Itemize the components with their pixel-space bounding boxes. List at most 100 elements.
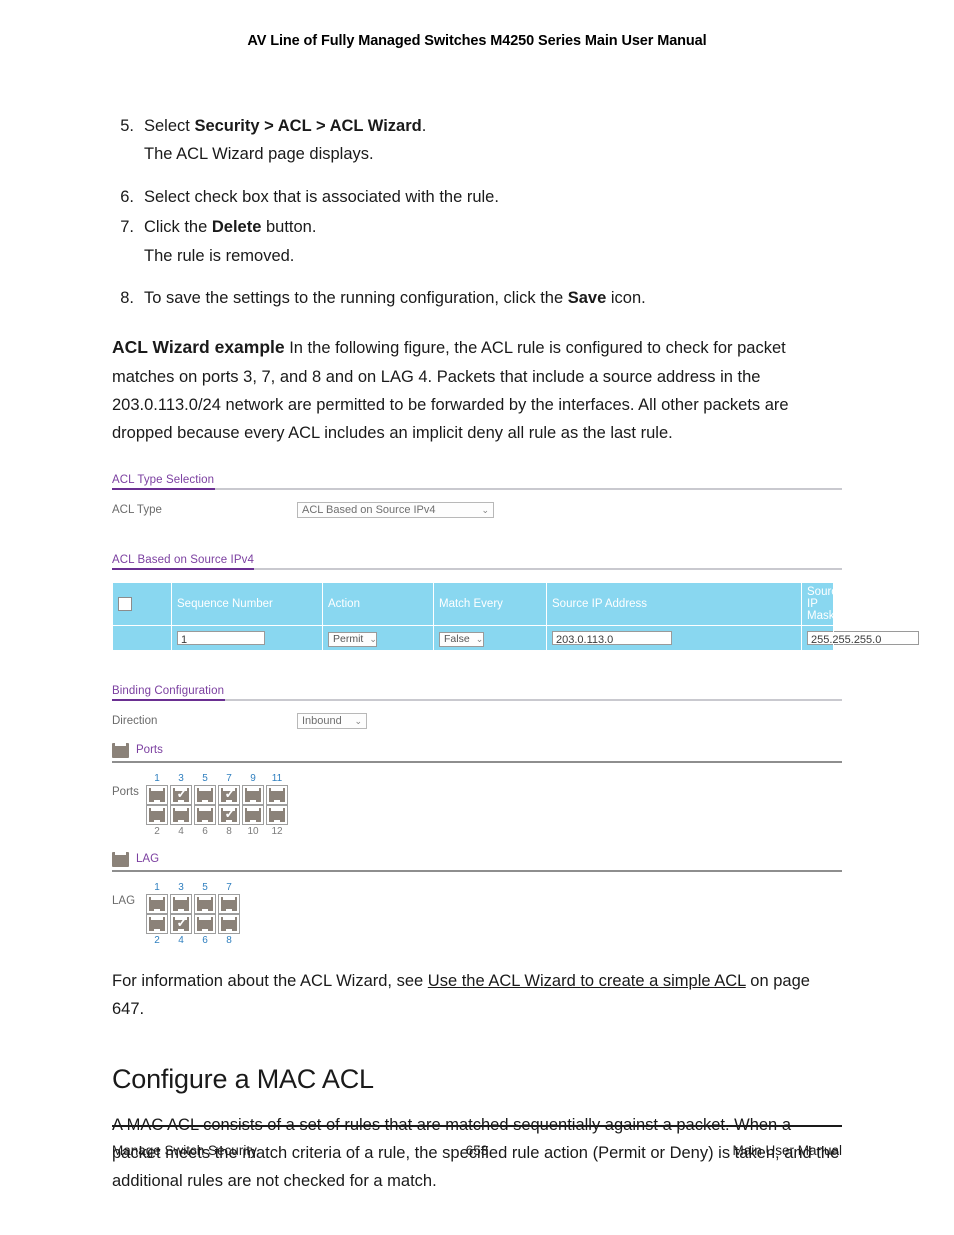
step-subtext: The rule is removed. <box>144 246 295 265</box>
binding-configuration-section: Binding Configuration Direction Inbound … <box>112 681 842 947</box>
ports-bottom-number-row: 2 4 6 8 10 12 <box>145 825 289 838</box>
footer-right-text: Main User Manual <box>732 1143 842 1158</box>
page-running-head: AV Line of Fully Managed Switches M4250 … <box>247 33 707 49</box>
port-jack-3[interactable]: ✓ <box>170 784 192 805</box>
port-number-label: 7 <box>226 772 232 784</box>
check-icon: ✓ <box>224 805 236 821</box>
ports-top-number-row: 1 3 5 7 9 11 <box>145 772 289 785</box>
acl-type-selection-section: ACL Type Selection ACL Type ACL Based on… <box>112 470 842 518</box>
port-number-label: 4 <box>178 825 184 837</box>
column-header-action: Action <box>322 581 434 626</box>
port-jack-10[interactable] <box>242 804 264 825</box>
example-lead-in: ACL Wizard example <box>112 337 285 358</box>
source-ip-address-input[interactable]: 203.0.113.0 <box>552 630 672 646</box>
cell-action: Permit ⌄ <box>322 624 434 651</box>
lag-number-label: 7 <box>226 881 232 893</box>
lag-jack-3[interactable] <box>170 893 192 914</box>
acl-type-select[interactable]: ACL Based on Source IPv4 ⌄ <box>297 501 494 518</box>
check-icon: ✓ <box>176 914 188 930</box>
action-select-value: Permit <box>333 632 364 645</box>
step-text-post: button. <box>261 218 317 237</box>
port-jack-8[interactable]: ✓ <box>218 804 240 825</box>
lag-jack-icon <box>112 851 129 867</box>
step-text-bold: Security > ACL > ACL Wizard <box>194 117 422 135</box>
lag-jack-4[interactable]: ✓ <box>170 913 192 934</box>
row-select-cell[interactable] <box>112 624 172 651</box>
port-jack-icon <box>112 742 129 758</box>
port-jack-12[interactable] <box>266 804 288 825</box>
table-row: 1 Permit ⌄ False ⌄ 203.0.113.0 255.255.2… <box>112 624 919 651</box>
source-ip-mask-input[interactable]: 255.255.255.0 <box>807 630 919 646</box>
step-text-pre: Click the <box>144 218 212 237</box>
step-text-pre: To save the settings to the running conf… <box>144 288 568 307</box>
footer-divider <box>112 1125 842 1127</box>
step-item-8: 8. To save the settings to the running c… <box>112 284 842 312</box>
step-text-bold: Save <box>567 288 607 307</box>
page-content: 5. Select Security > ACL > ACL Wizard. T… <box>112 112 919 1196</box>
action-select[interactable]: Permit ⌄ <box>328 631 377 647</box>
chevron-down-icon: ⌄ <box>354 715 362 726</box>
lag-jack-2[interactable] <box>146 913 168 934</box>
ports-bottom-jack-row: ✓ <box>145 804 289 825</box>
cell-source-ip-mask: 255.255.255.0 <box>801 624 919 651</box>
direction-select-value: Inbound <box>302 714 342 727</box>
lag-jack-1[interactable] <box>146 893 168 914</box>
port-number-label: 8 <box>226 825 232 837</box>
lag-matrix-label: LAG <box>112 894 136 907</box>
acl-type-selection-title: ACL Type Selection <box>112 473 215 486</box>
sequence-number-input[interactable]: 1 <box>177 630 265 646</box>
ports-matrix-label: Ports <box>112 785 139 798</box>
port-number-label: 10 <box>247 825 259 837</box>
step-item-6: 6. Select check box that is associated w… <box>112 183 842 211</box>
lag-jack-7[interactable] <box>218 893 240 914</box>
port-number-label: 5 <box>202 772 208 784</box>
lag-jack-8[interactable] <box>218 913 240 934</box>
match-every-select-value: False <box>444 632 470 645</box>
lag-number-label: 1 <box>154 881 160 893</box>
section-divider <box>112 567 842 570</box>
acl-wizard-xref-link[interactable]: Use the ACL Wizard to create a simple AC… <box>428 972 746 990</box>
group-divider <box>112 869 842 872</box>
check-icon: ✓ <box>176 785 188 801</box>
lag-number-label: 5 <box>202 881 208 893</box>
lag-jack-6[interactable] <box>194 913 216 934</box>
port-jack-7[interactable]: ✓ <box>218 784 240 805</box>
port-jack-5[interactable] <box>194 784 216 805</box>
table-header-row: Sequence Number Action Match Every Sourc… <box>112 581 843 626</box>
port-number-label: 1 <box>154 772 160 784</box>
acl-type-label: ACL Type <box>112 503 162 516</box>
match-every-select[interactable]: False ⌄ <box>439 631 484 647</box>
group-divider <box>112 760 842 763</box>
cell-sequence-number: 1 <box>171 624 323 651</box>
step-item-7: 7. Click the Delete button. The rule is … <box>112 213 842 270</box>
port-jack-2[interactable] <box>146 804 168 825</box>
port-jack-11[interactable] <box>266 784 288 805</box>
acl-wizard-example-paragraph: ACL Wizard example In the following figu… <box>112 332 842 448</box>
lag-number-label: 6 <box>202 934 208 946</box>
acl-rules-section: ACL Based on Source IPv4 Sequence Number… <box>112 550 919 651</box>
port-jack-1[interactable] <box>146 784 168 805</box>
port-jack-9[interactable] <box>242 784 264 805</box>
section-divider <box>112 698 842 701</box>
lag-top-jack-row <box>145 893 241 914</box>
port-jack-6[interactable] <box>194 804 216 825</box>
lag-bottom-number-row: 2 4 6 8 <box>145 934 241 947</box>
port-number-label: 9 <box>250 772 256 784</box>
direction-label: Direction <box>112 714 158 727</box>
chevron-down-icon: ⌄ <box>481 504 489 515</box>
step-number: 6. <box>120 187 134 206</box>
step-text-bold: Delete <box>211 218 262 237</box>
lag-number-label: 2 <box>154 934 160 946</box>
cell-source-ip-address: 203.0.113.0 <box>546 624 802 651</box>
lag-matrix: 1 3 5 7 ✓ 2 4 6 8 <box>145 881 241 947</box>
port-jack-4[interactable] <box>170 804 192 825</box>
direction-select[interactable]: Inbound ⌄ <box>297 712 367 729</box>
lag-jack-5[interactable] <box>194 893 216 914</box>
select-all-checkbox[interactable] <box>118 596 132 611</box>
footer-page-number: 653 <box>465 1143 489 1158</box>
step-text-pre: Select check box that is associated with… <box>144 187 499 206</box>
lag-bottom-jack-row: ✓ <box>145 913 241 934</box>
lag-number-label: 3 <box>178 881 184 893</box>
page-footer: Manage Switch Security 653 Main User Man… <box>112 1143 842 1158</box>
chevron-down-icon: ⌄ <box>475 633 484 644</box>
